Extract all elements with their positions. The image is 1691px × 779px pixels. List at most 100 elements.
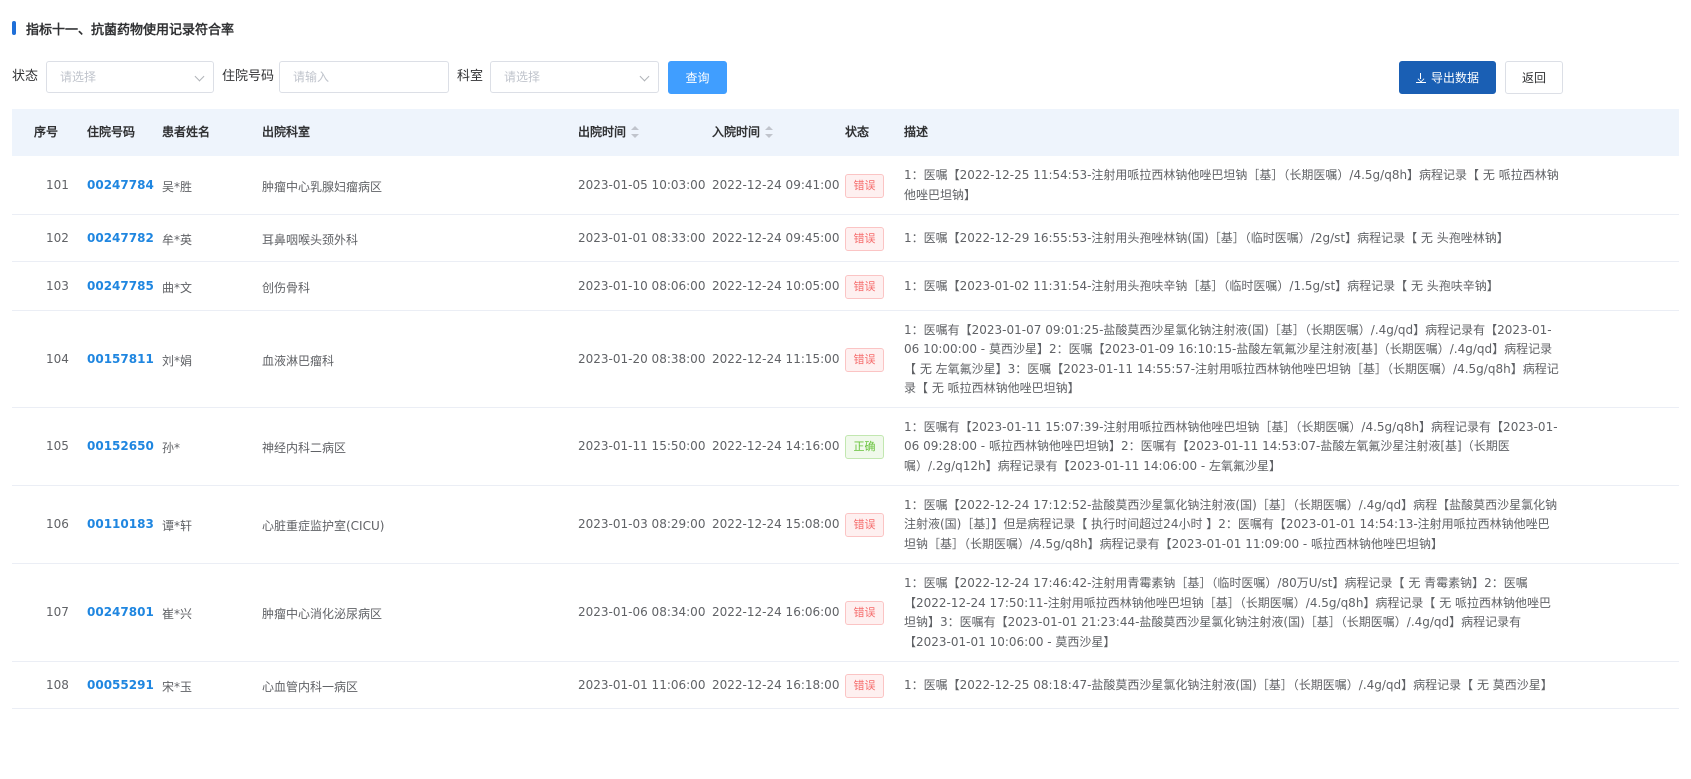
- col-header-out-time-label: 出院时间: [578, 125, 627, 139]
- table-header: 序号 住院号码 患者姓名 出院科室 出院时间 入院时间 状态 描述: [12, 109, 1679, 156]
- query-button[interactable]: 查询: [668, 61, 727, 94]
- patient-name: 吴*胜: [162, 179, 193, 194]
- admit-filter-label: 住院号码: [222, 69, 275, 84]
- col-header-in-time[interactable]: 入院时间: [712, 109, 774, 156]
- row-no: 106: [46, 517, 69, 531]
- row-no: 107: [46, 605, 69, 619]
- download-icon: [1415, 73, 1426, 83]
- export-data-label: 导出数据: [1430, 71, 1479, 85]
- page-title: 指标十一、抗菌药物使用记录符合率: [26, 22, 235, 38]
- col-header-in-time-label: 入院时间: [712, 125, 761, 139]
- discharge-dept: 肿瘤中心消化泌尿病区: [262, 607, 383, 621]
- admission-time: 2022-12-24 11:15:00: [712, 351, 840, 366]
- status-badge: 错误: [845, 513, 884, 537]
- admission-time: 2022-12-24 16:06:00: [712, 605, 840, 619]
- description-text: 1：医嘱有【2023-01-07 09:01:25-盐酸莫西沙星氯化钠注射液(国…: [904, 322, 1559, 396]
- col-header-no: 序号: [34, 125, 59, 139]
- col-header-desc: 描述: [904, 125, 929, 139]
- records-table: 序号 住院号码 患者姓名 出院科室 出院时间 入院时间 状态 描述 101 002…: [12, 109, 1679, 709]
- patient-name: 孙*: [162, 441, 181, 455]
- dept-filter-label: 科室: [457, 69, 484, 84]
- description-text: 1：医嘱【2022-12-24 17:46:42-注射用青霉素钠［基］（临时医嘱…: [904, 576, 1552, 649]
- admission-time: 2022-12-24 09:45:00: [712, 230, 840, 245]
- discharge-time: 2023-01-06 08:34:00: [578, 605, 706, 619]
- table-row: 105 00152650 孙* 神经内科二病区 2023-01-11 15:50:00 2…: [12, 408, 1679, 486]
- row-no: 105: [46, 439, 69, 453]
- table-row: 101 00247784 吴*胜 肿瘤中心乳腺妇瘤病区 2023-01-05 10:03…: [12, 156, 1679, 215]
- filter-bar: 状态 请选择 住院号码 请输入 科室 请选择 查询 导出数据 返回: [12, 60, 1679, 94]
- discharge-time: 2023-01-10 08:06:00: [578, 278, 706, 293]
- admission-time: 2022-12-24 15:08:00: [712, 517, 840, 531]
- admit-number-link[interactable]: 00247784: [87, 178, 154, 192]
- discharge-time: 2023-01-05 10:03:00: [578, 177, 706, 192]
- status-badge: 错误: [845, 274, 884, 299]
- title-accent-bar: [12, 21, 16, 35]
- row-no: 102: [46, 230, 69, 245]
- discharge-time: 2023-01-11 15:50:00: [578, 439, 706, 453]
- admission-time: 2022-12-24 10:05:00: [712, 278, 840, 293]
- export-data-button[interactable]: 导出数据: [1399, 61, 1496, 94]
- admission-time: 2022-12-24 14:16:00: [712, 439, 840, 453]
- status-badge: 错误: [845, 173, 884, 198]
- admit-number-link[interactable]: 00247785: [87, 279, 154, 293]
- status-badge: 错误: [845, 673, 884, 698]
- admit-number-link[interactable]: 00055291: [87, 678, 154, 692]
- description-text: 1：医嘱【2023-01-02 11:31:54-注射用头孢呋辛钠［基］（临时医…: [904, 278, 1499, 293]
- admit-number-link[interactable]: 00152650: [87, 439, 154, 453]
- discharge-dept: 心脏重症监护室(CICU): [262, 519, 385, 533]
- discharge-time: 2023-01-20 08:38:00: [578, 351, 706, 366]
- discharge-dept: 肿瘤中心乳腺妇瘤病区: [262, 179, 383, 194]
- patient-name: 刘*娟: [162, 353, 193, 368]
- sort-icon[interactable]: [631, 126, 640, 138]
- discharge-dept: 神经内科二病区: [262, 441, 347, 455]
- col-header-name: 患者姓名: [162, 125, 211, 139]
- description-text: 1：医嘱【2022-12-24 17:12:52-盐酸莫西沙星氯化钠注射液(国)…: [904, 497, 1558, 551]
- dept-select[interactable]: 请选择: [490, 61, 659, 93]
- status-badge: 正确: [845, 435, 884, 459]
- patient-name: 崔*兴: [162, 607, 193, 621]
- description-text: 1：医嘱【2022-12-25 08:18:47-盐酸莫西沙星氯化钠注射液(国)…: [904, 677, 1553, 692]
- col-header-admit: 住院号码: [87, 125, 136, 139]
- status-filter-label: 状态: [12, 69, 39, 84]
- col-header-out-time[interactable]: 出院时间: [578, 109, 640, 156]
- discharge-time: 2023-01-01 11:06:00: [578, 677, 706, 692]
- table-row: 104 00157811 刘*娟 血液淋巴瘤科 2023-01-20 08:38:00 2…: [12, 311, 1679, 408]
- admit-number-link[interactable]: 00110183: [87, 517, 154, 531]
- dept-select-placeholder: 请选择: [504, 70, 541, 84]
- admit-number-link[interactable]: 00247782: [87, 231, 154, 245]
- admit-number-placeholder: 请输入: [293, 70, 330, 84]
- status-select-placeholder: 请选择: [60, 70, 97, 84]
- discharge-time: 2023-01-01 08:33:00: [578, 230, 706, 245]
- row-no: 103: [46, 278, 69, 293]
- table-row: 108 00055291 宋*玉 心血管内科一病区 2023-01-01 11:06:0…: [12, 662, 1679, 709]
- status-badge: 错误: [845, 601, 884, 625]
- admission-time: 2022-12-24 16:18:00: [712, 677, 840, 692]
- row-no: 104: [46, 351, 69, 366]
- admit-number-link[interactable]: 00247801: [87, 605, 154, 619]
- page-title-bar: 指标十一、抗菌药物使用记录符合率: [12, 18, 234, 38]
- table-row: 102 00247782 牟*英 耳鼻咽喉头颈外科 2023-01-01 08:33:0…: [12, 215, 1679, 262]
- admission-time: 2022-12-24 09:41:00: [712, 177, 840, 192]
- admit-number-link[interactable]: 00157811: [87, 352, 154, 366]
- col-header-status: 状态: [845, 125, 870, 139]
- patient-name: 牟*英: [162, 232, 193, 247]
- discharge-dept: 心血管内科一病区: [262, 679, 359, 694]
- col-header-dept: 出院科室: [262, 125, 311, 139]
- discharge-dept: 血液淋巴瘤科: [262, 353, 335, 368]
- description-text: 1：医嘱【2022-12-25 11:54:53-注射用哌拉西林钠他唑巴坦钠［基…: [904, 168, 1559, 202]
- status-badge: 错误: [845, 226, 884, 251]
- status-badge: 错误: [845, 347, 884, 372]
- row-no: 108: [46, 677, 69, 692]
- status-select[interactable]: 请选择: [46, 61, 214, 93]
- admit-number-input[interactable]: 请输入: [279, 61, 449, 93]
- sort-icon[interactable]: [765, 126, 774, 138]
- description-text: 1：医嘱有【2023-01-11 15:07:39-注射用哌拉西林钠他唑巴坦钠［…: [904, 419, 1558, 473]
- table-row: 106 00110183 谭*轩 心脏重症监护室(CICU) 2023-01-03 08…: [12, 486, 1679, 564]
- discharge-dept: 创伤骨科: [262, 280, 311, 295]
- discharge-dept: 耳鼻咽喉头颈外科: [262, 232, 359, 247]
- chevron-down-icon: [639, 71, 650, 82]
- back-button[interactable]: 返回: [1505, 61, 1563, 94]
- discharge-time: 2023-01-03 08:29:00: [578, 517, 706, 531]
- patient-name: 曲*文: [162, 280, 193, 295]
- patient-name: 谭*轩: [162, 519, 193, 533]
